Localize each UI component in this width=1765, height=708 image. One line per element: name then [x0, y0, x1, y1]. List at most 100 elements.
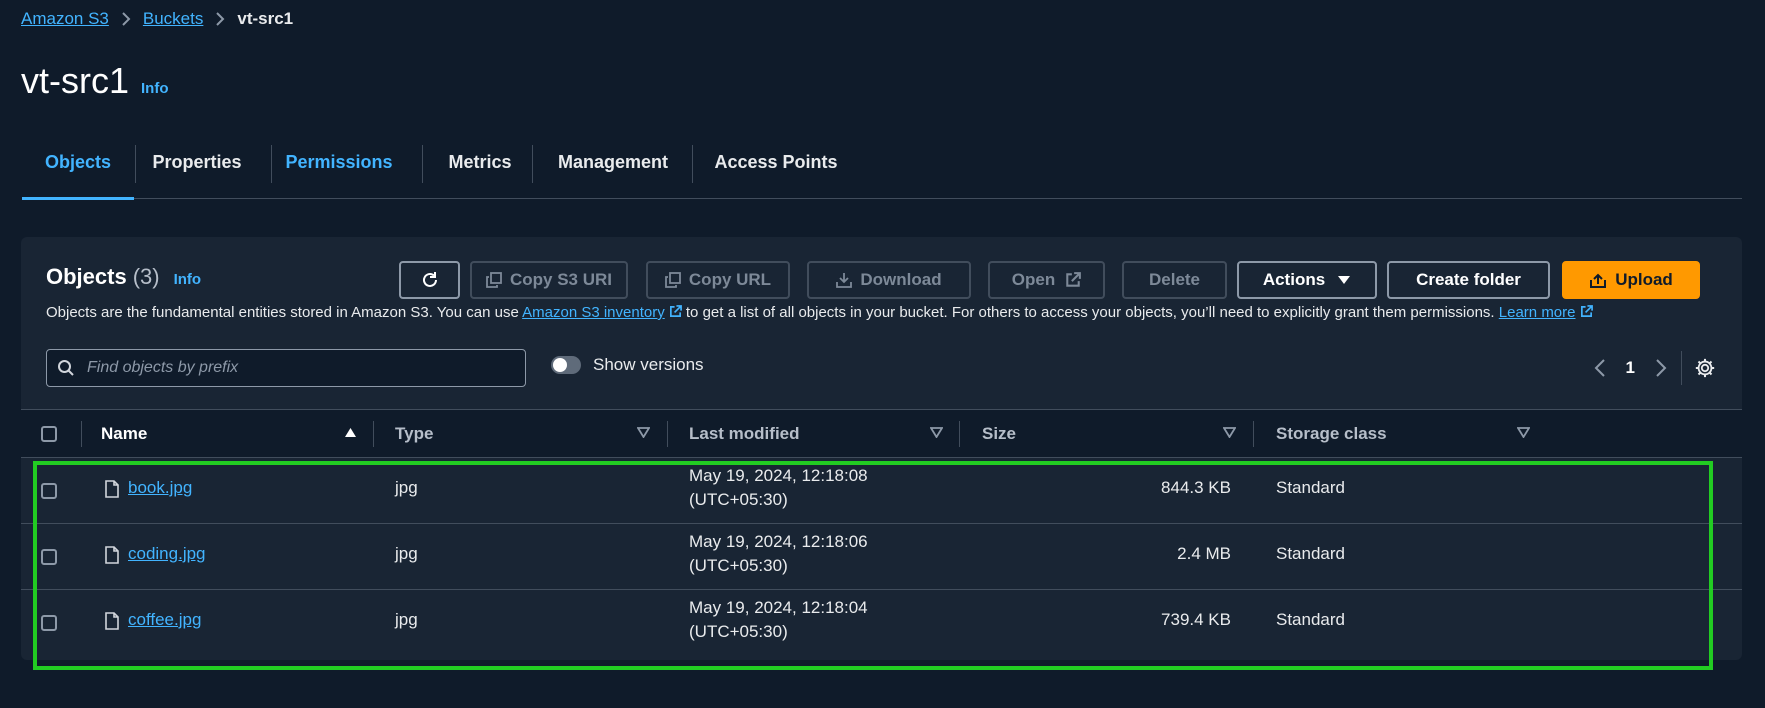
object-storage-class: Standard	[1276, 544, 1345, 563]
tab-bar: Objects Properties Permissions Metrics M…	[22, 140, 1742, 200]
panel-info-link[interactable]: Info	[174, 271, 202, 288]
tab-metrics[interactable]: Metrics	[423, 140, 537, 196]
column-divider	[959, 421, 960, 447]
sort-icon[interactable]	[930, 427, 943, 438]
column-divider	[1253, 421, 1254, 447]
object-last-modified-date: May 19, 2024, 12:18:06	[689, 532, 868, 551]
column-header-type[interactable]: Type	[395, 410, 433, 458]
table-header: Name Type Last modified Size Storage cla…	[21, 409, 1742, 458]
tab-permissions[interactable]: Permissions	[272, 140, 406, 196]
table-row: book.jpg jpg May 19, 2024, 12:18:08 (UTC…	[21, 457, 1742, 524]
page-number[interactable]: 1	[1626, 358, 1635, 378]
create-folder-button[interactable]: Create folder	[1387, 261, 1550, 299]
file-icon	[105, 612, 119, 630]
chevron-right-icon[interactable]	[1655, 358, 1667, 378]
objects-panel: Objects (3) Info Objects are the fundame…	[21, 237, 1742, 660]
select-all-checkbox[interactable]	[41, 426, 57, 442]
column-divider	[373, 421, 374, 447]
object-name-link[interactable]: coffee.jpg	[128, 610, 201, 630]
breadcrumb: Amazon S3 Buckets vt-src1	[21, 9, 293, 29]
external-link-icon	[1580, 305, 1593, 317]
object-type: jpg	[395, 544, 418, 563]
sort-ascending-icon[interactable]	[344, 427, 357, 438]
chevron-right-icon	[121, 11, 131, 27]
column-header-storage-class[interactable]: Storage class	[1276, 410, 1387, 458]
upload-icon	[1590, 273, 1607, 288]
chevron-right-icon	[215, 11, 225, 27]
pager-divider	[1681, 351, 1682, 385]
object-last-modified-date: May 19, 2024, 12:18:04	[689, 598, 868, 617]
object-storage-class: Standard	[1276, 610, 1345, 629]
table-row: coding.jpg jpg May 19, 2024, 12:18:06 (U…	[21, 523, 1742, 590]
gear-icon[interactable]	[1694, 357, 1716, 379]
download-icon	[836, 273, 853, 288]
show-versions-label: Show versions	[593, 355, 704, 374]
tab-access-points[interactable]: Access Points	[693, 140, 859, 196]
object-size: 2.4 MB	[1177, 544, 1231, 563]
column-divider	[81, 421, 82, 447]
sort-icon[interactable]	[1517, 427, 1530, 438]
row-checkbox[interactable]	[41, 483, 57, 499]
refresh-icon	[422, 272, 437, 287]
tab-properties[interactable]: Properties	[136, 140, 258, 196]
page-title: vt-src1	[21, 60, 129, 101]
object-last-modified-tz: (UTC+05:30)	[689, 556, 788, 575]
delete-button[interactable]: Delete	[1122, 261, 1227, 299]
copy-icon	[665, 272, 681, 288]
breadcrumb-buckets[interactable]: Buckets	[143, 9, 203, 29]
row-checkbox[interactable]	[41, 615, 57, 631]
column-header-size[interactable]: Size	[982, 410, 1016, 458]
object-storage-class: Standard	[1276, 478, 1345, 497]
table-row: coffee.jpg jpg May 19, 2024, 12:18:04 (U…	[21, 589, 1742, 656]
show-versions: Show versions	[551, 355, 704, 375]
row-checkbox[interactable]	[41, 549, 57, 565]
column-header-name[interactable]: Name	[101, 410, 147, 458]
object-name-link[interactable]: book.jpg	[128, 478, 192, 498]
tab-objects[interactable]: Objects	[22, 140, 134, 200]
search-icon	[58, 360, 74, 376]
object-last-modified-tz: (UTC+05:30)	[689, 490, 788, 509]
object-last-modified-date: May 19, 2024, 12:18:08	[689, 466, 868, 485]
search-box	[46, 349, 526, 387]
object-count: (3)	[132, 264, 160, 289]
file-icon	[105, 546, 119, 564]
learn-more-link[interactable]: Learn more	[1499, 304, 1593, 321]
sort-icon[interactable]	[637, 427, 650, 438]
copy-icon	[486, 272, 502, 288]
tab-management[interactable]: Management	[533, 140, 693, 196]
sort-icon[interactable]	[1223, 427, 1236, 438]
copy-s3-uri-button[interactable]: Copy S3 URI	[470, 261, 628, 299]
object-type: jpg	[395, 478, 418, 497]
download-button[interactable]: Download	[807, 261, 971, 299]
object-last-modified-tz: (UTC+05:30)	[689, 622, 788, 641]
description-text-2: to get a list of all objects in your buc…	[681, 304, 1495, 321]
caret-down-icon	[1338, 276, 1351, 284]
info-link[interactable]: Info	[141, 80, 169, 97]
copy-url-button[interactable]: Copy URL	[646, 261, 790, 299]
object-type: jpg	[395, 610, 418, 629]
show-versions-toggle[interactable]	[551, 356, 581, 374]
object-size: 739.4 KB	[1161, 610, 1231, 629]
panel-header: Objects (3) Info	[46, 264, 201, 290]
breadcrumb-current: vt-src1	[237, 9, 294, 28]
breadcrumb-amazon-s3[interactable]: Amazon S3	[21, 9, 109, 29]
object-name-link[interactable]: coding.jpg	[128, 544, 206, 564]
panel-description: Objects are the fundamental entities sto…	[46, 304, 1593, 321]
column-divider	[667, 421, 668, 447]
refresh-button[interactable]	[399, 261, 460, 299]
description-text: Objects are the fundamental entities sto…	[46, 304, 523, 321]
pagination: 1	[1594, 349, 1716, 387]
file-icon	[105, 480, 119, 498]
chevron-left-icon[interactable]	[1594, 358, 1606, 378]
object-size: 844.3 KB	[1161, 478, 1231, 497]
open-button[interactable]: Open	[988, 261, 1105, 299]
actions-button[interactable]: Actions	[1237, 261, 1377, 299]
panel-title: Objects	[46, 264, 127, 289]
external-link-icon	[669, 305, 682, 317]
inventory-link[interactable]: Amazon S3 inventory	[522, 304, 682, 321]
external-link-icon	[1066, 272, 1082, 287]
search-input[interactable]	[85, 358, 509, 378]
page-header: vt-src1 Info	[21, 60, 169, 102]
column-header-last-modified[interactable]: Last modified	[689, 410, 800, 458]
upload-button[interactable]: Upload	[1562, 261, 1700, 299]
